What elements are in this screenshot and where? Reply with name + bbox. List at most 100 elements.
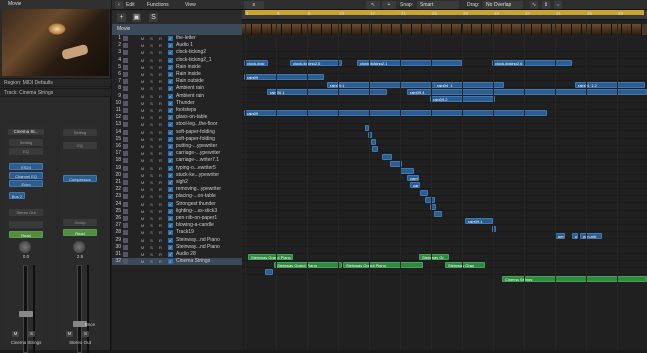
track-mute-button[interactable]: M xyxy=(140,36,145,41)
track-name[interactable]: Ambient rain xyxy=(176,93,242,100)
track-record-button[interactable]: R xyxy=(158,209,163,214)
audio-region[interactable]: rain09.1 xyxy=(465,218,493,225)
track-record-button[interactable]: R xyxy=(158,72,163,77)
zoom-vertical-icon[interactable]: ⇕ xyxy=(542,1,550,9)
audio-region[interactable]: clock-ticking2.6 xyxy=(492,59,572,66)
track-name[interactable]: Rain inside xyxy=(176,71,242,78)
zoom-horizontal-icon[interactable]: ⇔ xyxy=(554,1,562,9)
track-solo-button[interactable]: S xyxy=(149,122,154,127)
track-solo-button[interactable]: S xyxy=(149,58,154,63)
track-solo-button[interactable]: S xyxy=(149,187,154,192)
track-name[interactable]: clock-ticking2 xyxy=(176,49,242,56)
add-track-button[interactable]: + xyxy=(117,13,126,22)
track-record-button[interactable]: R xyxy=(158,36,163,41)
pan-knob[interactable] xyxy=(73,241,85,253)
track-mute-button[interactable]: M xyxy=(140,151,145,156)
plugin-slot-1[interactable]: Channel EQ xyxy=(9,172,43,179)
audio-region[interactable]: rain09 xyxy=(244,74,324,81)
automation-mode[interactable]: Read xyxy=(63,229,97,236)
track-solo-button[interactable]: S xyxy=(149,101,154,106)
track-enable-checkbox[interactable]: ✓ xyxy=(168,187,173,193)
track-enable-checkbox[interactable]: ✓ xyxy=(168,64,173,70)
track-record-button[interactable]: R xyxy=(158,101,163,106)
solo-global-button[interactable]: S xyxy=(149,13,158,22)
functions-menu[interactable]: Functions xyxy=(147,1,169,9)
track-record-button[interactable]: R xyxy=(158,187,163,192)
track-solo-button[interactable]: S xyxy=(149,43,154,48)
track-row[interactable]: 10 M S R ✓ Thunder xyxy=(112,100,242,107)
track-mute-button[interactable]: M xyxy=(140,259,145,264)
audio-region[interactable] xyxy=(400,167,414,174)
track-mute-button[interactable]: M xyxy=(140,187,145,192)
track-enable-checkbox[interactable]: ✓ xyxy=(168,208,173,214)
audio-region[interactable] xyxy=(420,189,428,196)
track-record-button[interactable]: R xyxy=(158,43,163,48)
midi-region[interactable]: Steinway Gr xyxy=(419,254,449,261)
track-row[interactable]: 12 M S R ✓ glass-on-table xyxy=(112,114,242,121)
track-enable-checkbox[interactable]: ✓ xyxy=(168,216,173,221)
track-name[interactable]: putting-...ypewriter xyxy=(176,143,242,150)
pointer-tool-icon[interactable]: ↖ xyxy=(366,1,380,9)
midi-region[interactable]: Steinway Grand Piano xyxy=(274,261,342,268)
track-name[interactable]: Rain outside xyxy=(176,78,242,85)
setting-button[interactable]: Setting xyxy=(9,139,43,146)
audio-region[interactable]: pen-nib xyxy=(580,232,602,239)
track-enable-checkbox[interactable]: ✓ xyxy=(168,237,173,243)
track-enable-checkbox[interactable]: ✓ xyxy=(168,144,173,149)
automation-mode[interactable]: Read xyxy=(9,231,43,238)
track-mute-button[interactable]: M xyxy=(140,130,145,135)
track-name[interactable]: footsteps xyxy=(176,107,242,114)
track-name[interactable]: the-letter xyxy=(176,35,242,42)
track-row[interactable]: 23 M S R ✓ placing-...on-table xyxy=(112,193,242,200)
track-name[interactable]: sigh2 xyxy=(176,179,242,186)
plugin-slot-2[interactable]: Echo xyxy=(9,180,43,187)
bounce-label[interactable]: Bnce xyxy=(70,322,110,327)
audio-region[interactable]: p xyxy=(572,232,578,239)
pan-knob[interactable] xyxy=(19,241,31,253)
track-mute-button[interactable]: M xyxy=(140,180,145,185)
drag-select[interactable]: No Overlap xyxy=(483,1,523,9)
track-enable-checkbox[interactable]: ✓ xyxy=(168,244,173,250)
track-inspector-row[interactable]: Track: Cinema Strings xyxy=(0,88,111,97)
mute-button[interactable]: M xyxy=(12,331,19,337)
audio-region[interactable]: clock-ticki xyxy=(244,59,268,66)
track-enable-checkbox[interactable]: ✓ xyxy=(168,72,173,77)
track-name[interactable]: stuck-ke...ypewriter xyxy=(176,172,242,179)
track-mute-button[interactable]: M xyxy=(140,166,145,171)
track-enable-checkbox[interactable]: ✓ xyxy=(168,172,173,178)
track-row[interactable]: 6 M S R ✓ Rain inside xyxy=(112,71,242,78)
input-slot[interactable]: ES24 xyxy=(9,163,43,170)
track-record-button[interactable]: R xyxy=(158,216,163,221)
track-mute-button[interactable]: M xyxy=(140,223,145,228)
track-record-button[interactable]: R xyxy=(158,144,163,149)
track-name[interactable]: soft-paper-folding xyxy=(176,136,242,143)
track-solo-button[interactable]: S xyxy=(149,79,154,84)
track-name[interactable]: Rain inside xyxy=(176,64,242,71)
track-enable-checkbox[interactable]: ✓ xyxy=(168,57,173,63)
track-name[interactable]: Ambient rain xyxy=(176,85,242,92)
track-record-button[interactable]: R xyxy=(158,58,163,63)
track-enable-checkbox[interactable]: ✓ xyxy=(168,108,173,113)
track-solo-button[interactable]: S xyxy=(149,173,154,178)
track-row[interactable]: 29 M S R ✓ Steinway...nd Piano xyxy=(112,237,242,244)
strip-name[interactable]: Cinema St... xyxy=(8,129,44,135)
track-solo-button[interactable]: S xyxy=(149,202,154,207)
track-solo-button[interactable]: S xyxy=(149,158,154,163)
midi-region[interactable]: Steinway Grand Piano xyxy=(248,254,293,261)
track-enable-checkbox[interactable]: ✓ xyxy=(168,86,173,92)
track-row[interactable]: 27 M S R ✓ blowing-a-candle xyxy=(112,222,242,229)
track-row[interactable]: 15 M S R ✓ soft-paper-folding xyxy=(112,136,242,143)
track-name[interactable]: Thunder xyxy=(176,100,242,107)
track-enable-checkbox[interactable]: ✓ xyxy=(168,223,173,229)
send-slot[interactable]: Bus 2 xyxy=(9,192,25,199)
audio-region[interactable]: clock-ticking2.1 xyxy=(357,59,462,66)
track-record-button[interactable]: R xyxy=(158,158,163,163)
track-name[interactable]: pen-nib-on-paper1 xyxy=(176,215,242,222)
track-solo-button[interactable]: S xyxy=(149,72,154,77)
track-mute-button[interactable]: M xyxy=(140,173,145,178)
track-mute-button[interactable]: M xyxy=(140,209,145,214)
track-row[interactable]: 8 M S R ✓ Ambient rain xyxy=(112,85,242,92)
track-record-button[interactable]: R xyxy=(158,252,163,257)
track-mute-button[interactable]: M xyxy=(140,245,145,250)
track-row[interactable]: 25 M S R ✓ lighting-...ss-stick3 xyxy=(112,208,242,215)
